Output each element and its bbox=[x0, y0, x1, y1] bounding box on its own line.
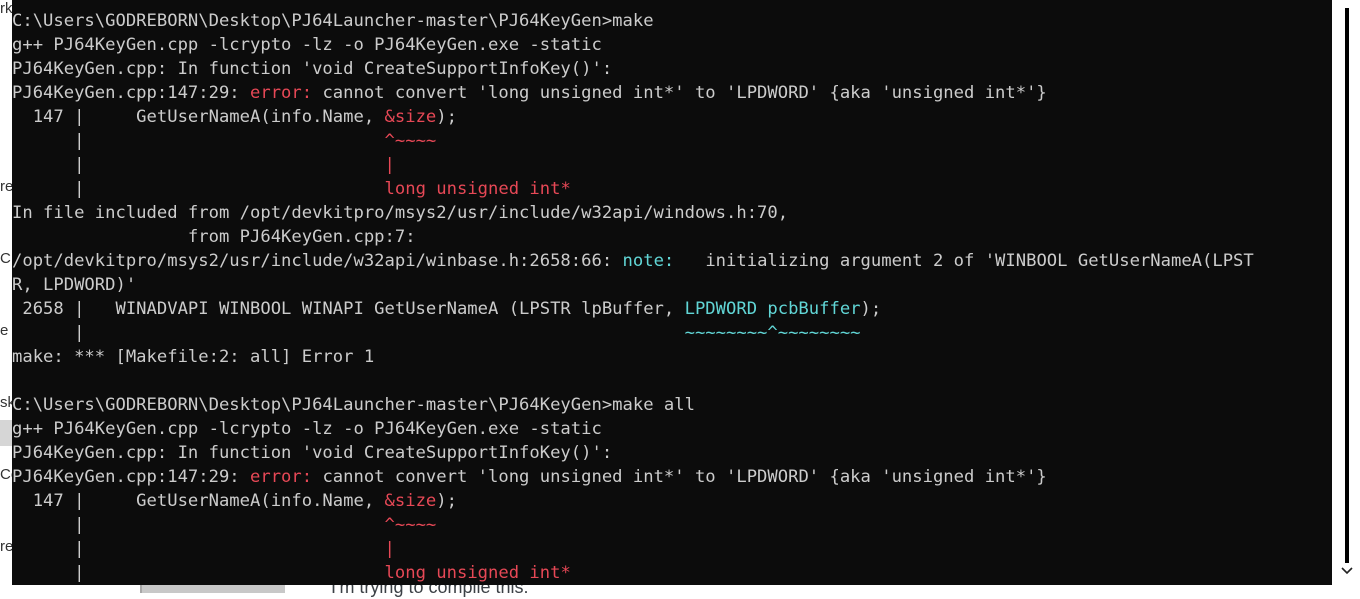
output-text: | bbox=[12, 179, 385, 199]
terminal-line: | long unsigned int* bbox=[12, 561, 1254, 585]
error-text: &size bbox=[384, 491, 437, 511]
output-text: PJ64KeyGen.cpp: In function 'void Create… bbox=[12, 59, 613, 79]
error-text: | bbox=[384, 539, 395, 559]
error-text: ^~~~~ bbox=[384, 515, 437, 535]
terminal-line: PJ64KeyGen.cpp: In function 'void Create… bbox=[12, 441, 1254, 465]
output-text: C:\Users\GODREBORN\Desktop\PJ64Launcher-… bbox=[12, 11, 654, 31]
output-text: C:\Users\GODREBORN\Desktop\PJ64Launcher-… bbox=[12, 395, 695, 415]
output-text: | bbox=[12, 155, 385, 175]
terminal-line: C:\Users\GODREBORN\Desktop\PJ64Launcher-… bbox=[12, 393, 1254, 417]
note-text: LPDWORD pcbBuffer bbox=[684, 299, 861, 319]
terminal-line: C:\Users\GODREBORN\Desktop\PJ64Launcher-… bbox=[12, 9, 1254, 33]
terminal-line: | ^~~~~ bbox=[12, 129, 1254, 153]
terminal-line: 147 | GetUserNameA(info.Name, &size); bbox=[12, 105, 1254, 129]
output-text: g++ PJ64KeyGen.cpp -lcrypto -lz -o PJ64K… bbox=[12, 35, 602, 55]
background-divider bbox=[140, 585, 142, 593]
error-text: | bbox=[384, 155, 395, 175]
terminal-line: g++ PJ64KeyGen.cpp -lcrypto -lz -o PJ64K… bbox=[12, 417, 1254, 441]
output-text: PJ64KeyGen.cpp:147:29: bbox=[12, 83, 250, 103]
terminal-line: PJ64KeyGen.cpp:147:29: error: cannot con… bbox=[12, 465, 1254, 489]
output-text: 147 | GetUserNameA(info.Name, bbox=[12, 107, 385, 127]
terminal-line: R, LPDWORD)' bbox=[12, 273, 1254, 297]
output-text: R, LPDWORD)' bbox=[12, 275, 137, 295]
terminal-line: | | bbox=[12, 153, 1254, 177]
terminal-output: C:\Users\GODREBORN\Desktop\PJ64Launcher-… bbox=[12, 9, 1254, 585]
terminal-line: /opt/devkitpro/msys2/usr/include/w32api/… bbox=[12, 249, 1254, 273]
terminal-line: | | bbox=[12, 537, 1254, 561]
terminal-line: | long unsigned int* bbox=[12, 177, 1254, 201]
error-text: ^~~~~ bbox=[384, 131, 437, 151]
output-text: make: *** [Makefile:2: all] Error 1 bbox=[12, 347, 375, 367]
output-text: cannot convert 'long unsigned int*' to '… bbox=[312, 467, 1047, 487]
scrollbar-thumb[interactable] bbox=[1345, 8, 1349, 563]
chevron-down-icon bbox=[1341, 567, 1353, 575]
output-text: 147 | GetUserNameA(info.Name, bbox=[12, 491, 385, 511]
output-text: | bbox=[12, 515, 385, 535]
terminal-line: 147 | GetUserNameA(info.Name, &size); bbox=[12, 489, 1254, 513]
error-text: error: bbox=[250, 83, 313, 103]
output-text: In file included from /opt/devkitpro/msy… bbox=[12, 203, 789, 223]
terminal-line: PJ64KeyGen.cpp:147:29: error: cannot con… bbox=[12, 81, 1254, 105]
terminal-line: In file included from /opt/devkitpro/msy… bbox=[12, 201, 1254, 225]
note-text: ~~~~~~~~^~~~~~~~~ bbox=[684, 323, 861, 343]
output-text: PJ64KeyGen.cpp: In function 'void Create… bbox=[12, 443, 613, 463]
scroll-down-button[interactable] bbox=[1339, 560, 1355, 582]
output-text: initializing argument 2 of 'WINBOOL GetU… bbox=[674, 251, 1254, 271]
terminal-line: 2658 | WINADVAPI WINBOOL WINAPI GetUserN… bbox=[12, 297, 1254, 321]
terminal-line: from PJ64KeyGen.cpp:7: bbox=[12, 225, 1254, 249]
background-panel bbox=[140, 585, 285, 593]
error-text: long unsigned int* bbox=[384, 179, 571, 199]
output-text: PJ64KeyGen.cpp:147:29: bbox=[12, 467, 250, 487]
output-text: from PJ64KeyGen.cpp:7: bbox=[12, 227, 416, 247]
output-text: | bbox=[12, 563, 385, 583]
output-text: | bbox=[12, 539, 385, 559]
output-text: 2658 | WINADVAPI WINBOOL WINAPI GetUserN… bbox=[12, 299, 685, 319]
terminal-line: | ~~~~~~~~^~~~~~~~~ bbox=[12, 321, 1254, 345]
terminal-window[interactable]: C:\Users\GODREBORN\Desktop\PJ64Launcher-… bbox=[12, 0, 1332, 585]
error-text: long unsigned int* bbox=[384, 563, 571, 583]
output-text: ); bbox=[860, 299, 882, 319]
output-text: | bbox=[12, 131, 385, 151]
output-text: | bbox=[12, 323, 685, 343]
output-text: g++ PJ64KeyGen.cpp -lcrypto -lz -o PJ64K… bbox=[12, 419, 602, 439]
output-text: /opt/devkitpro/msys2/usr/include/w32api/… bbox=[12, 251, 623, 271]
terminal-line: | ^~~~~ bbox=[12, 513, 1254, 537]
terminal-line: PJ64KeyGen.cpp: In function 'void Create… bbox=[12, 57, 1254, 81]
output-text: ); bbox=[436, 491, 457, 511]
note-text: note: bbox=[622, 251, 675, 271]
error-text: &size bbox=[384, 107, 437, 127]
output-text: cannot convert 'long unsigned int*' to '… bbox=[312, 83, 1047, 103]
output-text: ); bbox=[436, 107, 457, 127]
error-text: error: bbox=[250, 467, 313, 487]
terminal-line: make: *** [Makefile:2: all] Error 1 bbox=[12, 345, 1254, 369]
terminal-line: g++ PJ64KeyGen.cpp -lcrypto -lz -o PJ64K… bbox=[12, 33, 1254, 57]
